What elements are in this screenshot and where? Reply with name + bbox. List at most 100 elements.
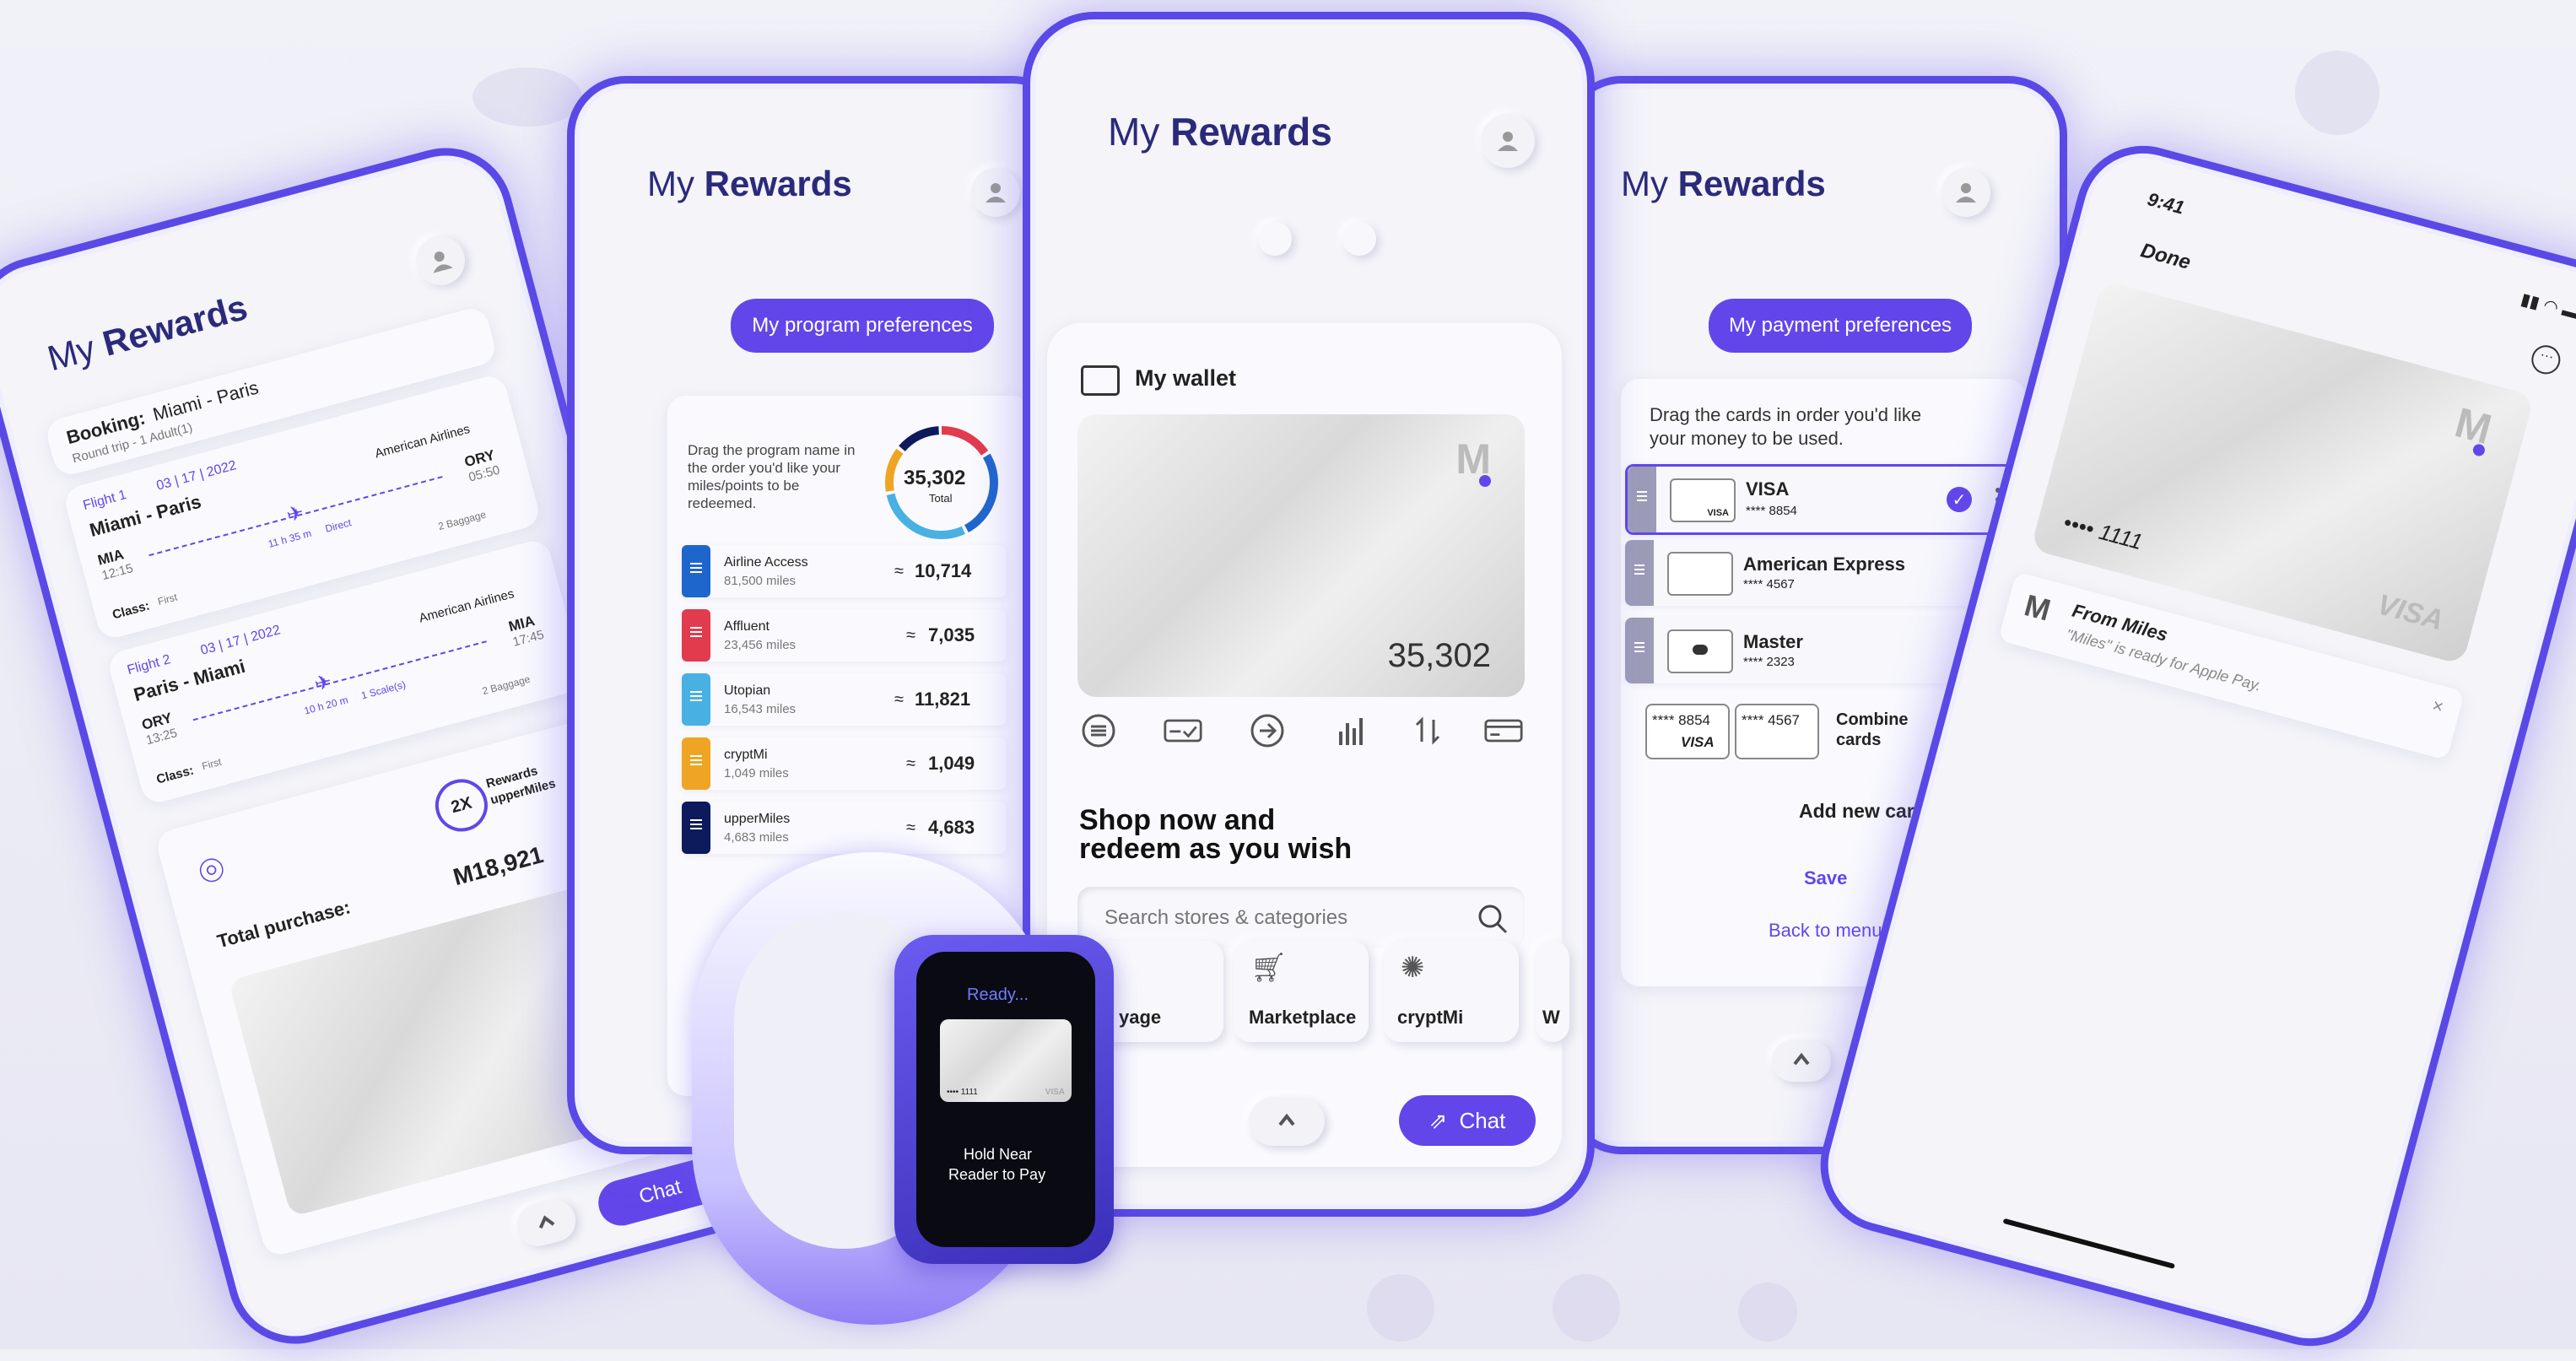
program-row[interactable]: Affluent 23,456 miles ≈ 7,035	[682, 609, 1007, 662]
background-blob	[1738, 1283, 1797, 1342]
arrow-right-icon[interactable]	[1248, 711, 1287, 750]
watch-status: Ready...	[967, 986, 1029, 1004]
card-check-icon[interactable]	[1164, 711, 1202, 750]
status-icons: ▮▮ ◠ ▬	[2519, 289, 2576, 324]
mastercard-icon	[1667, 629, 1733, 673]
page-title: My Rewards	[1621, 164, 1826, 203]
search-bar[interactable]	[1077, 887, 1525, 948]
brand-dot	[1479, 475, 1491, 487]
avatar[interactable]	[410, 230, 471, 291]
card-row-visa[interactable]: VISA VISA **** 8854 ✓	[1625, 464, 2020, 535]
card-last4: •••• 1111	[2060, 509, 2146, 555]
drag-handle-icon[interactable]	[1625, 618, 1654, 683]
class-label: Class:	[154, 763, 196, 787]
donut-value: 35,302	[904, 467, 966, 489]
drag-handle-icon[interactable]	[682, 737, 710, 790]
shop-title-line-2: redeem as you wish	[1079, 833, 1353, 865]
category-more[interactable]: W	[1536, 941, 1569, 1042]
approx-sign: ≈	[906, 818, 915, 837]
drag-handle-icon[interactable]	[1628, 467, 1656, 532]
transfer-icon[interactable]	[1408, 711, 1447, 750]
card-brand: VISA	[2373, 588, 2447, 637]
program-row[interactable]: Airline Access 81,500 miles ≈ 10,714	[682, 545, 1007, 597]
donut-label: Total	[929, 492, 953, 505]
brand-logo: M	[2449, 398, 2497, 454]
drag-handle-icon[interactable]	[682, 802, 710, 854]
category-marketplace[interactable]: 🛒︎ Marketplace	[1234, 941, 1369, 1042]
card-icon[interactable]	[1484, 711, 1523, 750]
drag-handle-icon[interactable]	[682, 609, 710, 662]
chart-icon[interactable]	[1332, 711, 1371, 750]
gear-icon: ✺	[1401, 952, 1425, 984]
program-row[interactable]: upperMiles 4,683 miles ≈ 4,683	[682, 802, 1007, 854]
program-preferences-button[interactable]: My program preferences	[731, 299, 994, 353]
search-input[interactable]	[1103, 900, 1461, 936]
app-logo-icon: M	[2021, 587, 2055, 628]
save-button[interactable]: Save	[1804, 867, 1847, 889]
watch-hint-2: Reader to Pay	[948, 1166, 1046, 1183]
combine-card-b[interactable]: **** 4567	[1735, 704, 1819, 759]
approx-sign: ≈	[906, 626, 915, 645]
watch-card: •••• 1111 VISA	[940, 1019, 1072, 1102]
list-icon[interactable]	[1079, 711, 1118, 750]
combine-label[interactable]: Combine	[1836, 710, 1909, 730]
program-name: Airline Access	[724, 555, 808, 570]
plane-icon: ✈	[284, 500, 307, 527]
program-value: 1,049	[928, 753, 975, 774]
program-name: Affluent	[724, 619, 770, 634]
close-icon[interactable]: ×	[2430, 694, 2446, 718]
duration: 10 h 20 m	[302, 694, 350, 717]
watch-screen[interactable]: Ready... •••• 1111 VISA Hold Near Reader…	[916, 952, 1095, 1247]
flight-date: 03 | 17 | 2022	[154, 458, 238, 494]
instructions: Drag the program name in the order you'd…	[688, 442, 856, 511]
instructions-line-2: your money to be used.	[1650, 428, 1844, 449]
program-row[interactable]: Utopian 16,543 miles ≈ 11,821	[682, 673, 1007, 726]
home-button[interactable]	[1772, 1040, 1831, 1082]
program-miles: 16,543 miles	[724, 702, 797, 716]
flight-header: Flight 2	[125, 652, 173, 678]
decor-dot	[1342, 222, 1376, 256]
back-to-menu-button[interactable]: Back to menu	[1769, 920, 1882, 942]
baggage: 2 Baggage	[436, 508, 488, 533]
flight-header: Flight 1	[81, 488, 128, 514]
search-icon[interactable]	[1476, 902, 1509, 936]
program-row[interactable]: cryptMi 1,049 miles ≈ 1,049	[682, 737, 1007, 790]
home-button[interactable]	[512, 1195, 581, 1251]
stops: 1 Scale(s)	[359, 678, 408, 702]
wallet-card[interactable]: M 35,302	[1077, 414, 1525, 697]
combine-label-2[interactable]: cards	[1836, 731, 1881, 750]
add-card-label[interactable]: Add new card	[1799, 800, 1926, 823]
card-number: **** 4567	[1743, 577, 1795, 591]
program-miles: 23,456 miles	[724, 638, 797, 652]
payment-preferences-button[interactable]: My payment preferences	[1709, 299, 1972, 353]
program-miles: 4,683 miles	[724, 830, 789, 845]
home-button[interactable]	[1249, 1097, 1325, 1146]
chat-icon: ⇗	[1428, 1107, 1448, 1133]
flight-path	[192, 640, 487, 721]
page-title: My Rewards	[1108, 110, 1332, 154]
rewards-badge: 2X	[429, 773, 494, 838]
category-cryptmi[interactable]: ✺ cryptMi	[1384, 941, 1519, 1042]
program-name: cryptMi	[724, 748, 768, 762]
wallet-title: My wallet	[1135, 365, 1237, 391]
drag-handle-icon[interactable]	[682, 545, 710, 597]
status-time: 9:41	[2145, 188, 2187, 219]
avatar[interactable]	[1481, 114, 1535, 168]
avatar[interactable]	[971, 168, 1020, 217]
combine-card-a[interactable]: **** 8854 VISA	[1645, 704, 1730, 759]
approx-sign: ≈	[894, 562, 904, 581]
card-row-amex[interactable]: American Express **** 4567	[1625, 540, 2015, 606]
card-name: Master	[1743, 631, 1803, 652]
chat-button[interactable]: ⇗ Chat	[1399, 1095, 1536, 1146]
avatar[interactable]	[1941, 168, 1990, 217]
home-indicator	[2002, 1218, 2175, 1269]
approx-sign: ≈	[906, 754, 915, 773]
done-button[interactable]: Done	[2138, 239, 2193, 275]
drag-handle-icon[interactable]	[1625, 540, 1654, 606]
drag-handle-icon[interactable]	[682, 673, 710, 726]
more-options-icon[interactable]: ···	[2528, 342, 2564, 378]
program-value: 10,714	[915, 560, 972, 581]
airline: American Airlines	[417, 586, 516, 626]
program-value: 7,035	[928, 624, 975, 645]
total-label: Total purchase:	[214, 896, 353, 953]
